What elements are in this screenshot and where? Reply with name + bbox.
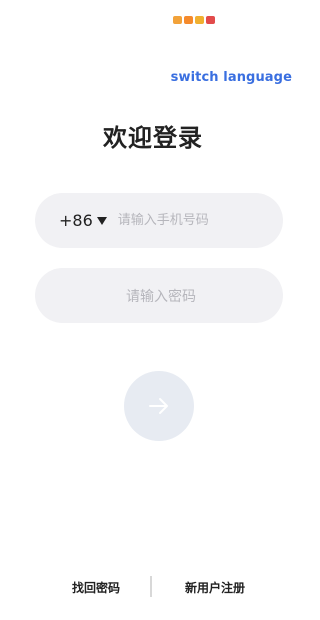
country-code-selector[interactable]: +86 [59, 211, 107, 230]
page-title: 欢迎登录 [103, 124, 203, 152]
country-code-label: +86 [59, 211, 93, 230]
footer-divider [150, 576, 152, 597]
phone-input[interactable] [115, 212, 280, 229]
submit-button[interactable] [124, 371, 194, 441]
password-input[interactable] [35, 268, 287, 325]
eye-notification-icon [173, 16, 182, 24]
status-icons [173, 16, 215, 24]
register-link[interactable]: 新用户注册 [185, 579, 245, 596]
footer: 找回密码 新用户注册 [0, 576, 306, 598]
image-notification-icon [195, 16, 204, 24]
caret-down-icon [96, 216, 107, 225]
switch-language-link[interactable]: switch language [171, 70, 292, 85]
find-password-link[interactable]: 找回密码 [72, 579, 120, 596]
phone-field: +86 [35, 193, 283, 248]
message-notification-icon [184, 16, 193, 24]
password-field [35, 268, 287, 325]
app-notification-icon [206, 16, 215, 24]
arrow-right-icon [149, 398, 168, 414]
